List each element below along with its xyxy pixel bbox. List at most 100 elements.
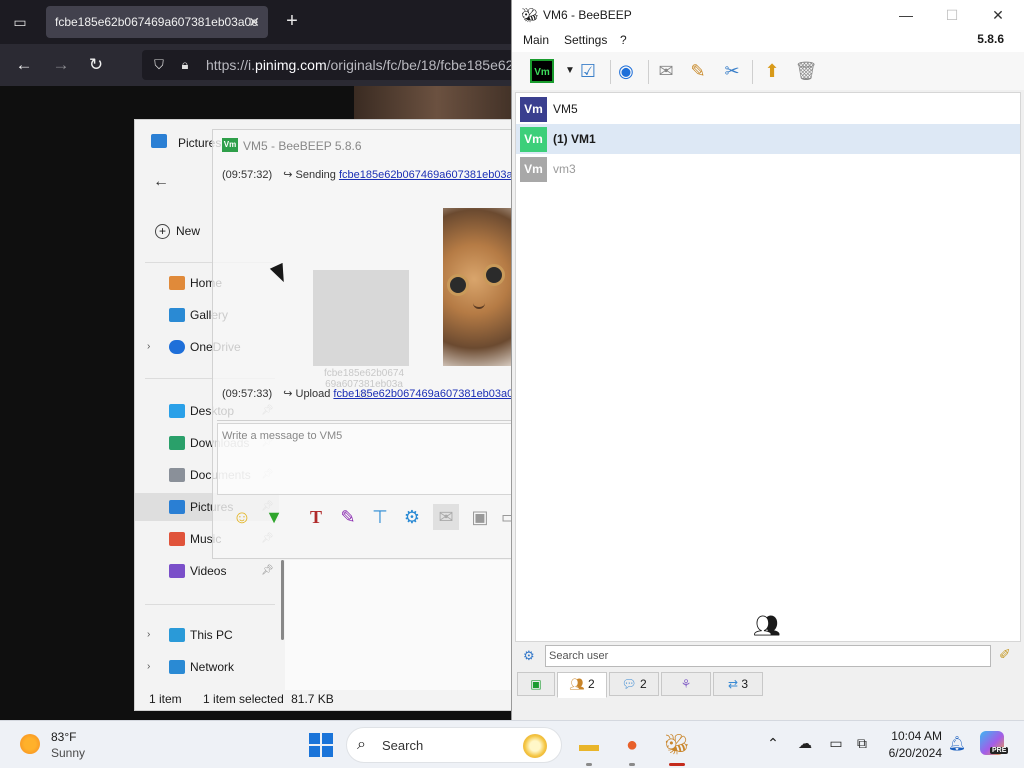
computer-icon xyxy=(169,628,185,642)
beebeep-window-vm6: 🐝︎ VM6 - BeeBEEP — ☐ ✕ Main Settings ? 5… xyxy=(511,0,1024,720)
new-button[interactable]: + New xyxy=(155,224,200,239)
nav-item-this-pc[interactable]: › This PC xyxy=(135,621,279,649)
tab-chats[interactable]: 💬︎ 2 xyxy=(609,672,659,696)
display-icon[interactable]: ▭ xyxy=(826,735,846,752)
file-link[interactable]: fcbe185e62b067469a607381eb03a0e xyxy=(333,388,519,400)
cat-image[interactable] xyxy=(443,208,521,366)
cat-eye xyxy=(483,264,505,286)
message-input[interactable]: Write a message to VM5 xyxy=(217,423,517,495)
screenshot-icon[interactable]: ▣ xyxy=(467,504,493,530)
users-group-icon: 👥︎ xyxy=(753,613,781,638)
emoticon-icon[interactable]: ☺ xyxy=(229,504,255,530)
share-icon: ⇄ xyxy=(727,677,739,691)
nav-item-network[interactable]: › Network xyxy=(135,653,279,681)
user-row-vm5[interactable]: Vm VM5 xyxy=(516,94,1020,124)
menu-bar: Main Settings ? 5.8.6 xyxy=(512,30,1024,52)
user-avatar: Vm xyxy=(520,157,547,182)
file-thumbnail[interactable] xyxy=(313,270,409,366)
close-button[interactable]: ✕ xyxy=(975,0,1021,30)
shares-count: 3 xyxy=(741,677,749,691)
minimize-button[interactable]: — xyxy=(883,0,929,30)
clear-broom-icon[interactable]: ✐ xyxy=(999,646,1011,663)
status-bar: 1 item 1 item selected 81.7 KB xyxy=(149,692,334,706)
status-badge[interactable]: Vm xyxy=(530,59,554,83)
search-user-input[interactable] xyxy=(545,645,991,667)
nav-label: Videos xyxy=(190,564,227,578)
shield-icon[interactable]: ⛉ xyxy=(150,56,168,74)
pin-icon: 📌︎ xyxy=(261,565,274,576)
chevron-right-icon[interactable]: › xyxy=(147,621,150,649)
file-link[interactable]: fcbe185e62b067469a607381eb03a0e xyxy=(339,169,525,181)
settings-icon[interactable]: ⚙ xyxy=(399,504,425,530)
tab-home[interactable]: ▣ xyxy=(517,672,555,696)
broadcast-icon[interactable]: ◉ xyxy=(612,57,640,85)
clock-date[interactable]: 6/20/2024 xyxy=(866,746,942,760)
weather-description[interactable]: Sunny xyxy=(51,746,85,760)
clock-time[interactable]: 10:04 AM xyxy=(866,729,942,743)
weather-temperature[interactable]: 83°F xyxy=(51,730,76,744)
list-all-tabs-icon[interactable]: ▭ xyxy=(10,12,30,32)
windows-logo-pane xyxy=(309,733,320,744)
bee-app-icon: 🐝︎ xyxy=(521,7,539,23)
menu-help[interactable]: ? xyxy=(620,33,627,47)
user-avatar: Vm xyxy=(520,127,547,152)
users-icon: 👥︎ xyxy=(569,677,585,691)
tab-shares[interactable]: ⇄ 3 xyxy=(713,672,763,696)
back-icon[interactable]: ← xyxy=(13,54,35,76)
document-icon xyxy=(169,468,185,482)
copilot-badge: PRE xyxy=(990,747,1009,754)
close-tab-icon[interactable]: ✕ xyxy=(248,6,260,38)
send-file-icon[interactable]: ✉ xyxy=(433,504,459,530)
firefox-icon[interactable]: ● xyxy=(617,730,647,760)
windows-logo-pane xyxy=(322,746,333,757)
update-icon[interactable]: ⬆ xyxy=(758,57,786,85)
reload-icon[interactable]: ↻ xyxy=(85,54,107,76)
maximize-button[interactable]: ☐ xyxy=(929,0,975,30)
pictures-folder-icon xyxy=(151,134,167,148)
new-label: New xyxy=(176,224,201,238)
address-bar[interactable]: ⛉ 🔒︎ https://i.pinimg.com/originals/fc/b… xyxy=(142,50,520,80)
user-list: Vm VM5 Vm (1) VM1 Vm vm3 xyxy=(515,92,1021,642)
lock-icon[interactable]: 🔒︎ xyxy=(176,56,194,74)
chevron-right-icon[interactable]: › xyxy=(147,653,150,681)
search-highlight-icon xyxy=(523,734,547,758)
trash-icon[interactable]: 🗑︎ xyxy=(792,57,820,85)
chat-title: VM5 - BeeBEEP 5.8.6 xyxy=(243,139,362,153)
font-icon[interactable]: T xyxy=(303,504,329,530)
menu-settings[interactable]: Settings xyxy=(564,33,607,47)
forward-icon[interactable]: → xyxy=(50,54,72,76)
bottom-tabs: ▣ 👥︎ 2 💬︎ 2 ⚘ ⇄ 3 xyxy=(515,672,1021,698)
gear-search-icon[interactable]: ⚙ xyxy=(523,648,535,664)
onedrive-cloud-icon xyxy=(169,340,185,354)
nav-item-videos[interactable]: Videos 📌︎ xyxy=(135,557,279,585)
mailbox-icon[interactable]: ✉ xyxy=(652,57,680,85)
browser-tab[interactable]: fcbe185e62b067469a607381eb03a0e ✕ xyxy=(46,6,268,38)
color-icon[interactable]: ✎ xyxy=(335,504,361,530)
user-row-vm1[interactable]: Vm (1) VM1 xyxy=(516,124,1020,154)
chevron-up-icon[interactable]: ⌃ xyxy=(763,735,783,752)
start-button[interactable] xyxy=(309,733,333,757)
file-explorer-icon[interactable]: ▬ xyxy=(574,730,604,760)
tools-icon[interactable]: ✂ xyxy=(718,57,746,85)
cloud-offline-icon[interactable]: ☁ xyxy=(795,735,815,752)
filter-icon[interactable]: ⊤ xyxy=(367,504,393,530)
tab-users[interactable]: 👥︎ 2 xyxy=(557,672,607,698)
tab-groups[interactable]: ⚘ xyxy=(661,672,711,696)
beebeep-titlebar: 🐝︎ VM6 - BeeBEEP — ☐ ✕ xyxy=(512,0,1024,30)
menu-main[interactable]: Main xyxy=(523,33,549,47)
sun-icon[interactable] xyxy=(20,734,40,754)
user-row-vm3[interactable]: Vm vm3 xyxy=(516,154,1020,184)
taskbar-search[interactable]: ⌕ Search xyxy=(346,727,562,763)
browser-tab-title: fcbe185e62b067469a607381eb03a0e xyxy=(55,15,258,29)
arrow-down-icon[interactable]: ▼ xyxy=(261,504,287,530)
note-edit-icon[interactable]: ✎ xyxy=(684,57,712,85)
beebeep-taskbar-icon[interactable]: 🐝︎ xyxy=(662,730,692,760)
message-action: Upload xyxy=(295,388,331,400)
nav-scrollbar[interactable] xyxy=(281,560,284,640)
edit-profile-icon[interactable]: ☑ xyxy=(574,57,602,85)
new-tab-button[interactable]: + xyxy=(280,10,304,34)
chat-window-vm5: Vm VM5 - BeeBEEP 5.8.6 (09:57:32) ↪ Send… xyxy=(212,129,525,559)
chevron-right-icon[interactable]: › xyxy=(147,333,150,361)
back-arrow-icon[interactable]: ← xyxy=(153,173,169,191)
notification-bell-icon[interactable]: 🔔︎ xyxy=(948,735,966,752)
